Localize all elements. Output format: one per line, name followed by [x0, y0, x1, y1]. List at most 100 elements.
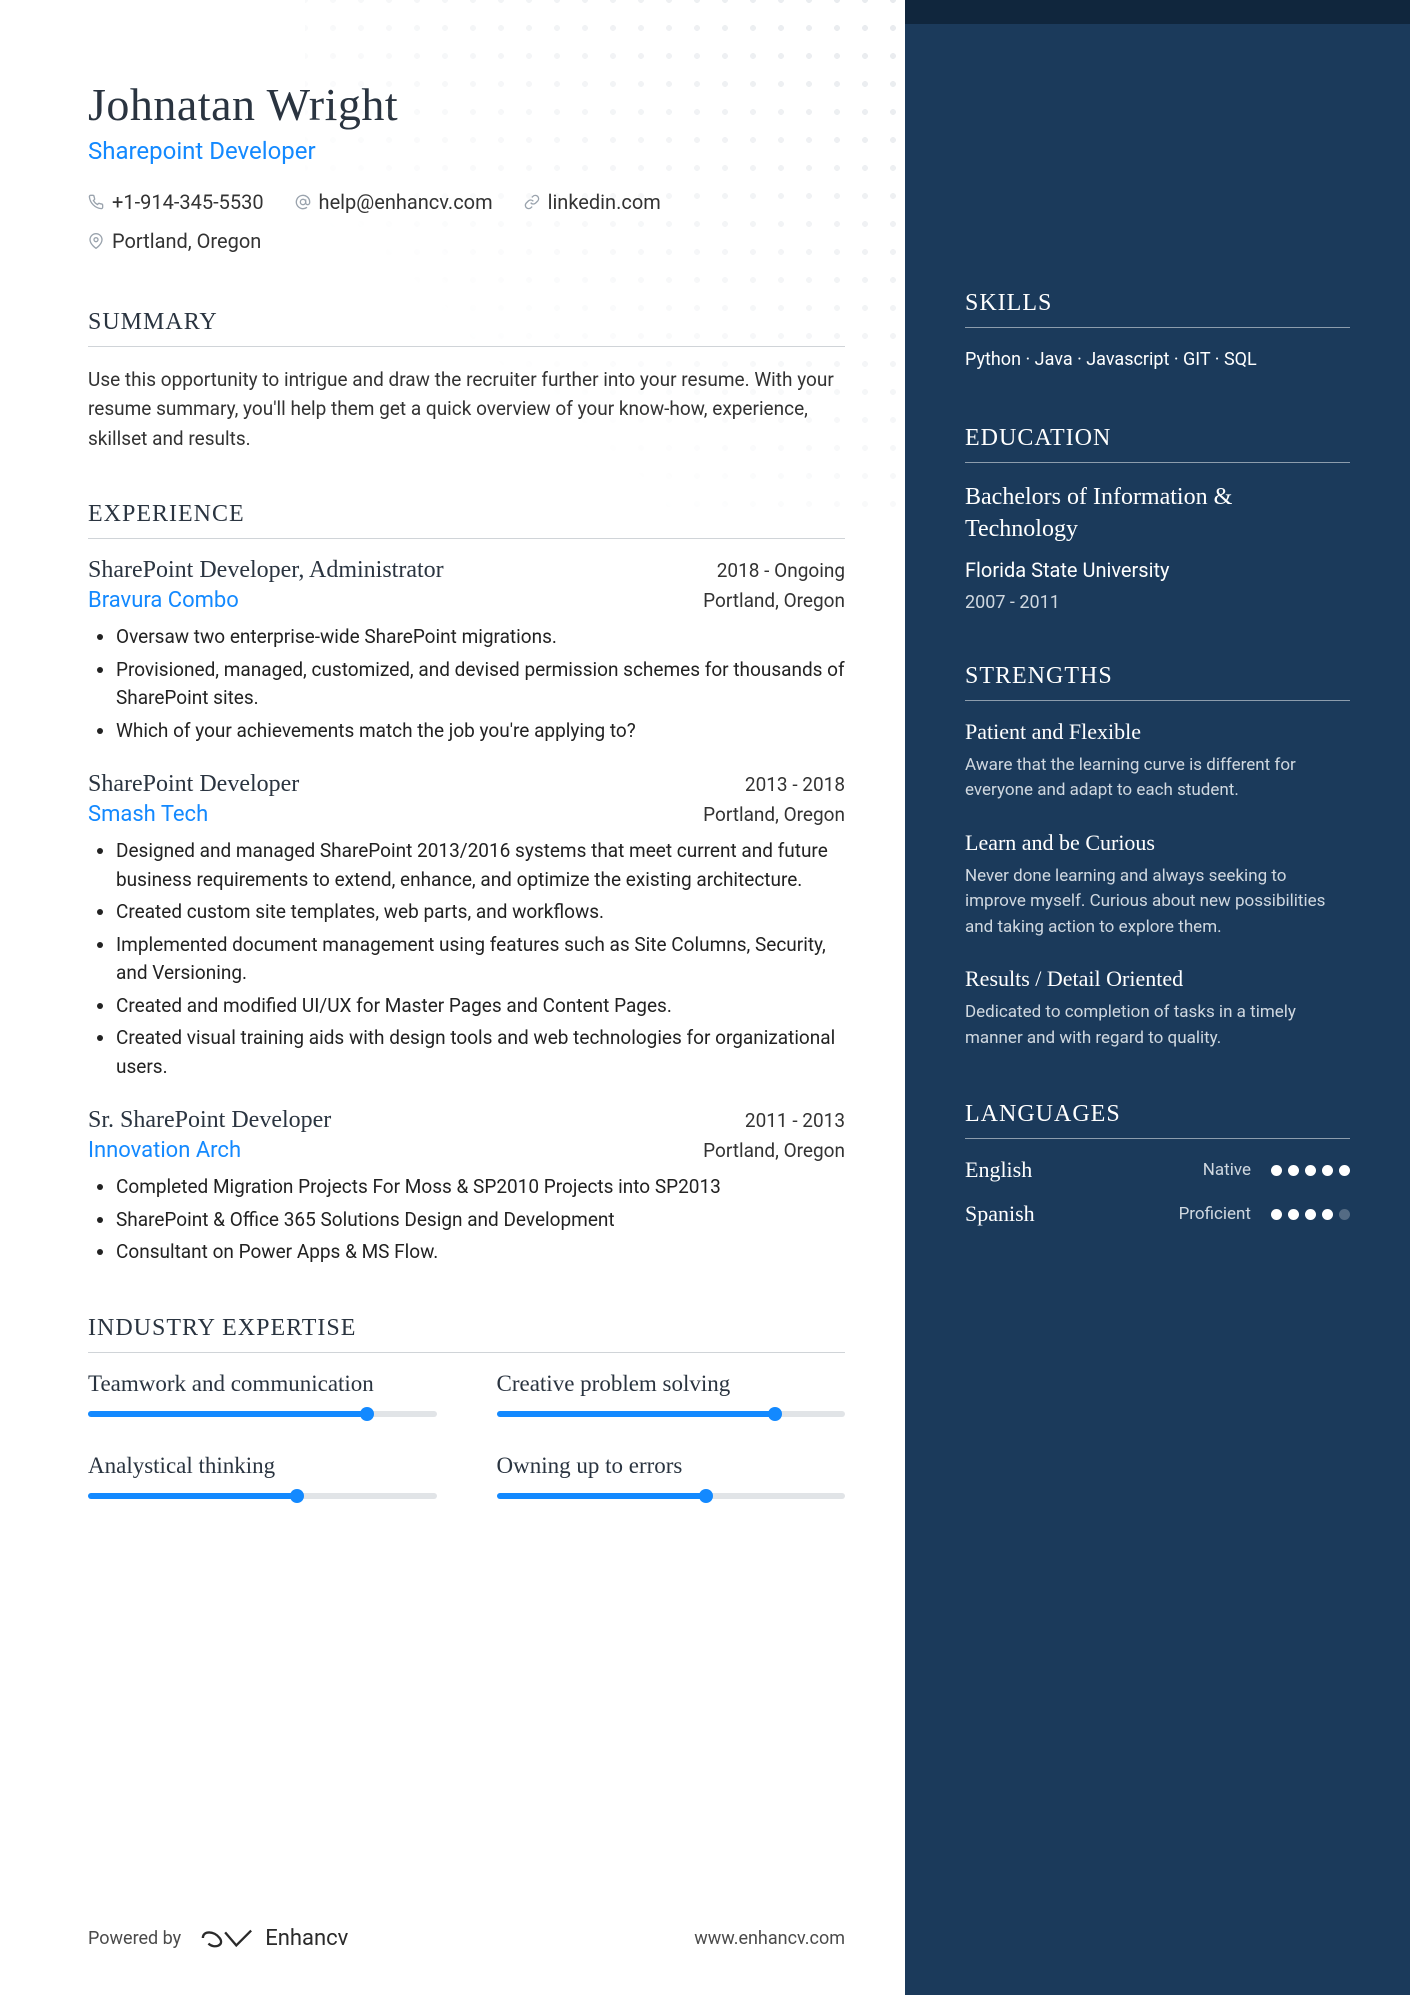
proficiency-dot: [1288, 1165, 1299, 1176]
job-bullets: Completed Migration Projects For Moss & …: [88, 1173, 845, 1267]
logo-text: Enhancv: [265, 1926, 348, 1951]
job-dates: 2018 - Ongoing: [717, 559, 845, 582]
experience-section: EXPERIENCE SharePoint Developer, Adminis…: [88, 501, 845, 1267]
job-location: Portland, Oregon: [703, 589, 845, 612]
proficiency-dot: [1305, 1165, 1316, 1176]
strength-desc: Dedicated to completion of tasks in a ti…: [965, 1000, 1350, 1051]
job-location: Portland, Oregon: [703, 803, 845, 826]
proficiency-dot: [1322, 1209, 1333, 1220]
footer-url: www.enhancv.com: [694, 1928, 845, 1949]
proficiency-dots: [1271, 1165, 1350, 1176]
expertise-label: Teamwork and communication: [88, 1371, 437, 1397]
proficiency-dot: [1271, 1165, 1282, 1176]
footer: Powered by Enhancv www.enhancv.com: [88, 1925, 845, 1951]
job-bullet: Implemented document management using fe…: [116, 931, 845, 988]
experience-title: EXPERIENCE: [88, 501, 845, 539]
job-location: Portland, Oregon: [703, 1139, 845, 1162]
expertise-slider: [497, 1493, 846, 1499]
expertise-item: Creative problem solving: [497, 1371, 846, 1417]
linkedin-text: linkedin.com: [548, 183, 661, 221]
job-bullet: Consultant on Power Apps & MS Flow.: [116, 1238, 845, 1267]
job: Sr. SharePoint Developer 2011 - 2013 Inn…: [88, 1107, 845, 1267]
language-level: Proficient: [1179, 1204, 1251, 1224]
job-bullet: Provisioned, managed, customized, and de…: [116, 656, 845, 713]
proficiency-dot: [1339, 1165, 1350, 1176]
job-title: SharePoint Developer, Administrator: [88, 557, 444, 584]
expertise-label: Creative problem solving: [497, 1371, 846, 1397]
strength-desc: Never done learning and always seeking t…: [965, 864, 1350, 941]
language-name: English: [965, 1157, 1203, 1183]
location-text: Portland, Oregon: [112, 222, 261, 260]
left-column: Johnatan Wright Sharepoint Developer +1-…: [0, 0, 905, 1995]
job-dates: 2011 - 2013: [745, 1109, 845, 1132]
proficiency-dot: [1322, 1165, 1333, 1176]
job-bullet: Completed Migration Projects For Moss & …: [116, 1173, 845, 1202]
expertise-item: Owning up to errors: [497, 1453, 846, 1499]
resume-page: Johnatan Wright Sharepoint Developer +1-…: [0, 0, 1410, 1995]
job-bullet: Designed and managed SharePoint 2013/201…: [116, 837, 845, 894]
skills-section: SKILLS Python · Java · Javascript · GIT …: [965, 290, 1350, 375]
at-icon: [295, 194, 311, 210]
strength-title: Results / Detail Oriented: [965, 966, 1350, 992]
strengths-title: STRENGTHS: [965, 663, 1350, 701]
proficiency-dot: [1339, 1209, 1350, 1220]
phone-icon: [88, 194, 104, 210]
contact-linkedin: linkedin.com: [524, 183, 661, 221]
education-section: EDUCATION Bachelors of Information & Tec…: [965, 425, 1350, 613]
job-company: Innovation Arch: [88, 1138, 241, 1163]
job-company: Bravura Combo: [88, 588, 239, 613]
contact-phone: +1-914-345-5530: [88, 183, 264, 221]
language-row: Spanish Proficient: [965, 1201, 1350, 1227]
phone-text: +1-914-345-5530: [112, 183, 264, 221]
languages-title: LANGUAGES: [965, 1101, 1350, 1139]
expertise-slider: [497, 1411, 846, 1417]
person-name: Johnatan Wright: [88, 78, 845, 131]
skills-list: Python · Java · Javascript · GIT · SQL: [965, 346, 1350, 375]
job-bullet: Oversaw two enterprise-wide SharePoint m…: [116, 623, 845, 652]
job-bullet: Created and modified UI/UX for Master Pa…: [116, 992, 845, 1021]
proficiency-dot: [1271, 1209, 1282, 1220]
strength-item: Learn and be Curious Never done learning…: [965, 830, 1350, 941]
edu-school: Florida State University: [965, 558, 1350, 582]
job-bullet: Which of your achievements match the job…: [116, 717, 845, 746]
language-row: English Native: [965, 1157, 1350, 1183]
strength-item: Results / Detail Oriented Dedicated to c…: [965, 966, 1350, 1051]
job-dates: 2013 - 2018: [745, 773, 845, 796]
strength-title: Patient and Flexible: [965, 719, 1350, 745]
summary-section: SUMMARY Use this opportunity to intrigue…: [88, 309, 845, 453]
edu-degree: Bachelors of Information & Technology: [965, 481, 1350, 546]
map-pin-icon: [88, 233, 104, 249]
strength-title: Learn and be Curious: [965, 830, 1350, 856]
logo-mark-icon: [199, 1925, 255, 1951]
strengths-section: STRENGTHS Patient and Flexible Aware tha…: [965, 663, 1350, 1052]
link-icon: [524, 194, 540, 210]
summary-body: Use this opportunity to intrigue and dra…: [88, 365, 845, 453]
expertise-title: INDUSTRY EXPERTISE: [88, 1315, 845, 1353]
enhancv-logo: Enhancv: [199, 1925, 348, 1951]
right-column: SKILLS Python · Java · Javascript · GIT …: [905, 0, 1410, 1995]
expertise-item: Analystical thinking: [88, 1453, 437, 1499]
skills-title: SKILLS: [965, 290, 1350, 328]
powered-by-label: Powered by: [88, 1928, 181, 1949]
job-bullet: SharePoint & Office 365 Solutions Design…: [116, 1206, 845, 1235]
languages-section: LANGUAGES English Native Spanish Profici…: [965, 1101, 1350, 1227]
job-bullets: Oversaw two enterprise-wide SharePoint m…: [88, 623, 845, 745]
expertise-slider: [88, 1493, 437, 1499]
email-text: help@enhancv.com: [319, 183, 493, 221]
strength-item: Patient and Flexible Aware that the lear…: [965, 719, 1350, 804]
strength-desc: Aware that the learning curve is differe…: [965, 753, 1350, 804]
language-level: Native: [1203, 1160, 1251, 1180]
proficiency-dots: [1271, 1209, 1350, 1220]
expertise-label: Owning up to errors: [497, 1453, 846, 1479]
job-title: Sr. SharePoint Developer: [88, 1107, 331, 1134]
education-title: EDUCATION: [965, 425, 1350, 463]
edu-dates: 2007 - 2011: [965, 592, 1350, 613]
person-title: Sharepoint Developer: [88, 137, 845, 165]
job-bullets: Designed and managed SharePoint 2013/201…: [88, 837, 845, 1081]
job-bullet: Created visual training aids with design…: [116, 1024, 845, 1081]
proficiency-dot: [1305, 1209, 1316, 1220]
job-bullet: Created custom site templates, web parts…: [116, 898, 845, 927]
contact-location: Portland, Oregon: [88, 222, 261, 260]
proficiency-dot: [1288, 1209, 1299, 1220]
job-company: Smash Tech: [88, 802, 208, 827]
